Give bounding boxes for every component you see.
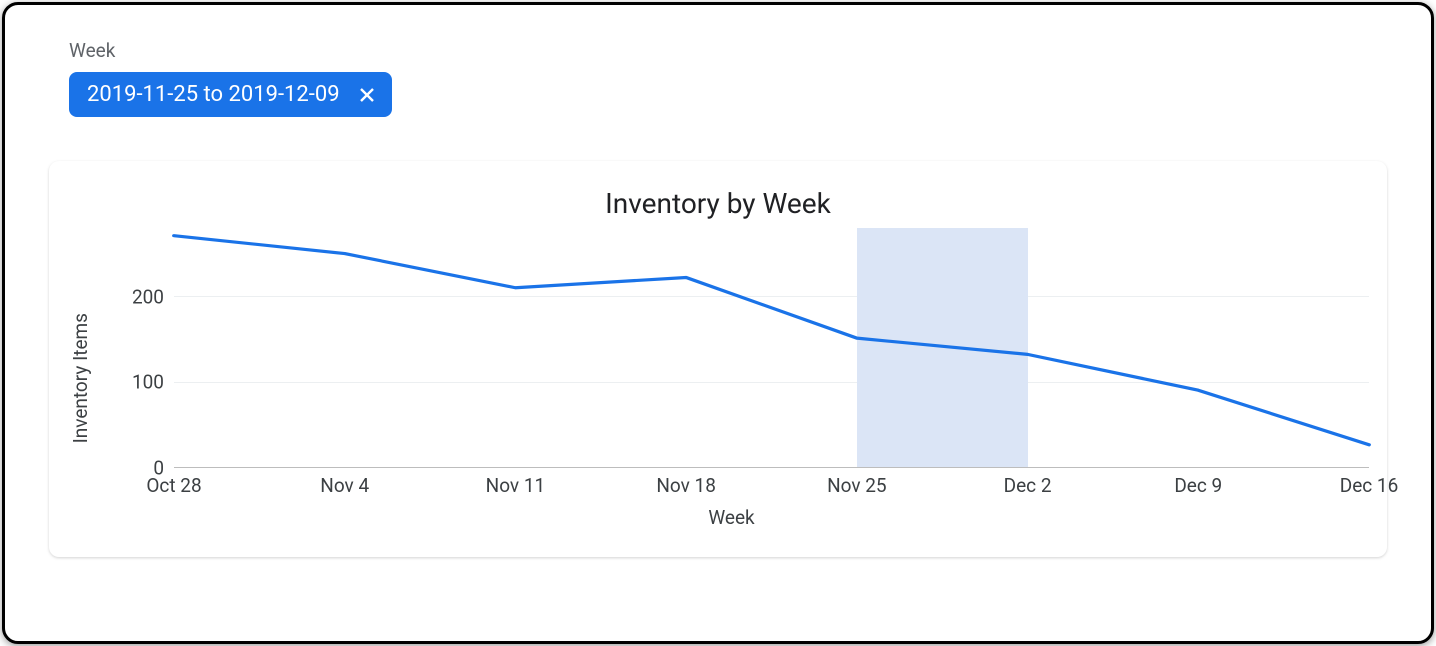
x-axis-label: Week (94, 506, 1369, 529)
date-range-chip[interactable]: 2019-11-25 to 2019-12-09 (69, 72, 392, 117)
line-series (174, 228, 1369, 467)
x-tick: Dec 2 (1004, 474, 1052, 497)
x-tick: Nov 25 (827, 474, 887, 497)
chart-plot[interactable] (174, 228, 1369, 468)
y-tick: 200 (132, 285, 164, 308)
x-tick: Nov 18 (656, 474, 716, 497)
y-tick: 100 (132, 371, 164, 394)
dashboard-panel: Week 2019-11-25 to 2019-12-09 Inventory … (2, 2, 1434, 644)
close-icon[interactable] (356, 84, 378, 106)
x-tick: Nov 11 (486, 474, 546, 497)
x-tick: Dec 9 (1174, 474, 1222, 497)
x-tick: Oct 28 (146, 474, 201, 497)
y-axis: 0100200 (94, 228, 174, 468)
chart-card: Inventory by Week Inventory Items 010020… (49, 161, 1387, 557)
date-range-chip-text: 2019-11-25 to 2019-12-09 (87, 82, 340, 107)
chart-title: Inventory by Week (67, 187, 1369, 220)
x-tick: Dec 16 (1340, 474, 1399, 497)
y-axis-label: Inventory Items (67, 313, 94, 443)
filter-label: Week (69, 39, 1387, 62)
x-tick: Nov 4 (320, 474, 369, 497)
x-axis: Oct 28Nov 4Nov 11Nov 18Nov 25Dec 2Dec 9D… (174, 468, 1369, 496)
